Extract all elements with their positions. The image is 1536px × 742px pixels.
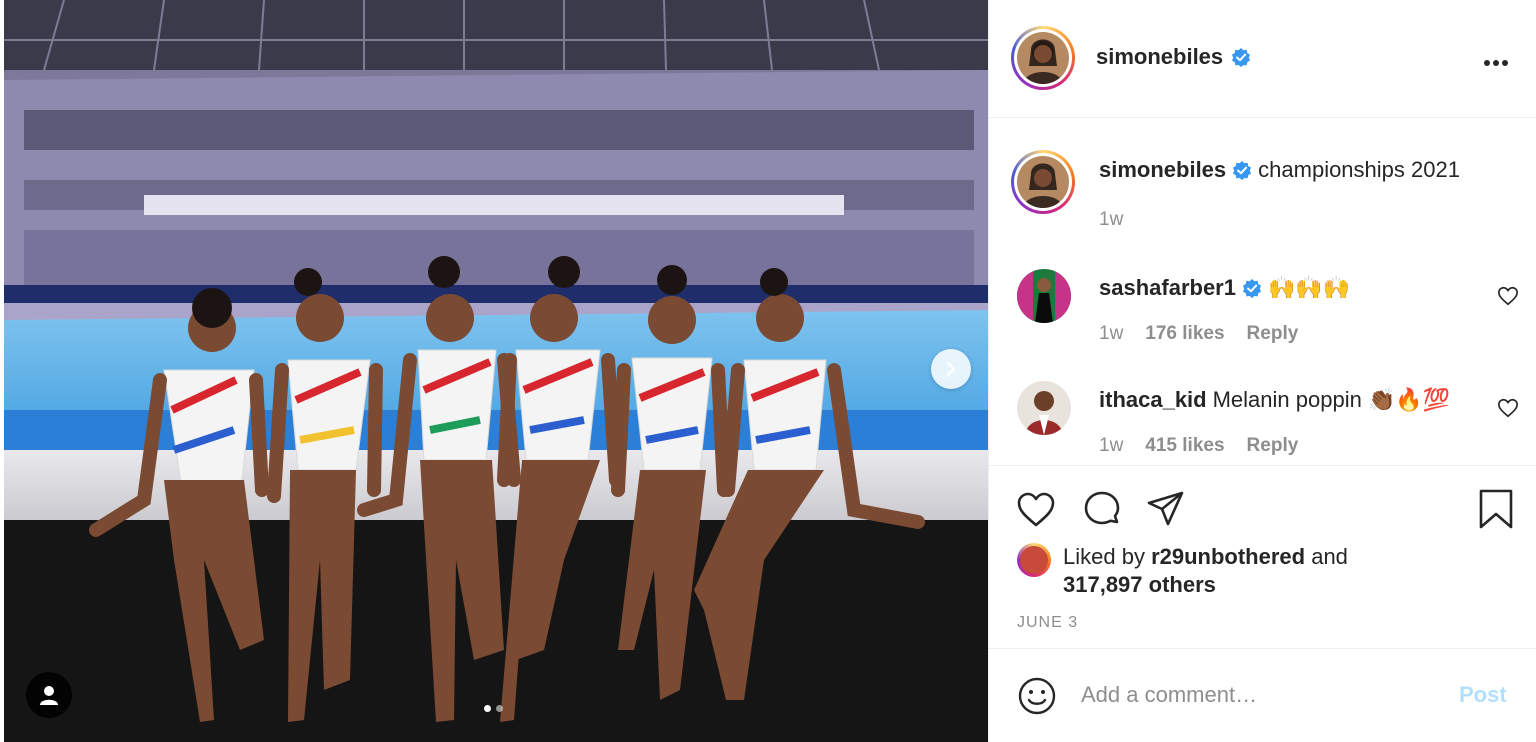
carousel-dot-active (484, 705, 491, 712)
commenter-username[interactable]: ithaca_kid (1099, 387, 1207, 413)
comment-bubble-icon[interactable] (1081, 488, 1123, 530)
likes-middle: and (1305, 544, 1348, 569)
caption-time[interactable]: 1w (1099, 209, 1123, 231)
verified-badge-icon (1242, 279, 1261, 298)
comment-likes[interactable]: 176 likes (1145, 323, 1224, 345)
author-avatar[interactable] (1011, 26, 1075, 90)
caption-author-avatar[interactable] (1011, 150, 1075, 214)
post-side-panel: simonebiles simonebiles championships 20… (988, 0, 1536, 742)
chevron-right-icon (946, 361, 956, 377)
like-comment-heart-icon[interactable] (1497, 397, 1519, 419)
caption-username[interactable]: simonebiles (1099, 157, 1226, 183)
likes-count[interactable]: 317,897 others (1063, 572, 1216, 597)
verified-badge-icon (1233, 161, 1252, 180)
likes-text: Liked by r29unbothered and 317,897 other… (1063, 543, 1348, 599)
likes-prefix: Liked by (1063, 544, 1152, 569)
comment-text: 🙌🙌🙌 (1267, 275, 1351, 300)
carousel-indicator (484, 705, 503, 712)
save-bookmark-icon[interactable] (1475, 488, 1517, 530)
avatar-image (1017, 381, 1071, 435)
share-paper-plane-icon[interactable] (1145, 488, 1187, 530)
comment-time[interactable]: 1w (1099, 323, 1123, 345)
emoji-smile-icon[interactable] (1017, 676, 1057, 716)
liker-username[interactable]: r29unbothered (1151, 544, 1305, 569)
carousel-next-button[interactable] (931, 349, 971, 389)
carousel-dot (496, 705, 503, 712)
more-horizontal-icon (1484, 60, 1508, 66)
more-options-button[interactable] (1483, 48, 1509, 68)
avatar-image (1017, 32, 1069, 84)
likes-summary: Liked by r29unbothered and 317,897 other… (1017, 543, 1348, 599)
like-heart-icon[interactable] (1015, 488, 1057, 530)
reply-button[interactable]: Reply (1247, 435, 1299, 457)
arena-team-photo (4, 0, 988, 742)
commenter-avatar[interactable] (1017, 381, 1071, 435)
caption-text: championships 2021 (1258, 157, 1460, 182)
like-comment-heart-icon[interactable] (1497, 285, 1519, 307)
user-icon (40, 686, 58, 705)
verified-badge-icon (1232, 48, 1251, 67)
author-username[interactable]: simonebiles (1096, 44, 1223, 70)
avatar-image (1017, 269, 1071, 323)
reply-button[interactable]: Reply (1247, 323, 1299, 345)
tagged-users-button[interactable] (26, 672, 72, 718)
post-header: simonebiles (989, 0, 1536, 118)
commenter-avatar[interactable] (1017, 269, 1071, 323)
add-comment-bar: Post (989, 648, 1536, 742)
comments-list[interactable]: simonebiles championships 2021 1w sashaf… (989, 119, 1536, 464)
comment-time[interactable]: 1w (1099, 435, 1123, 457)
comment-input[interactable] (1081, 677, 1431, 713)
instagram-post-view: simonebiles simonebiles championships 20… (0, 0, 1536, 742)
post-date[interactable]: JUNE 3 (1017, 614, 1078, 632)
commenter-username[interactable]: sashafarber1 (1099, 275, 1236, 301)
post-photo[interactable] (4, 0, 988, 742)
avatar-image (1017, 156, 1069, 208)
comment-text: Melanin poppin 👏🏾🔥💯 (1212, 387, 1451, 412)
comment-likes[interactable]: 415 likes (1145, 435, 1224, 457)
post-comment-button[interactable]: Post (1459, 682, 1507, 708)
liker-avatar[interactable] (1017, 543, 1051, 577)
post-actions: Liked by r29unbothered and 317,897 other… (989, 465, 1536, 648)
